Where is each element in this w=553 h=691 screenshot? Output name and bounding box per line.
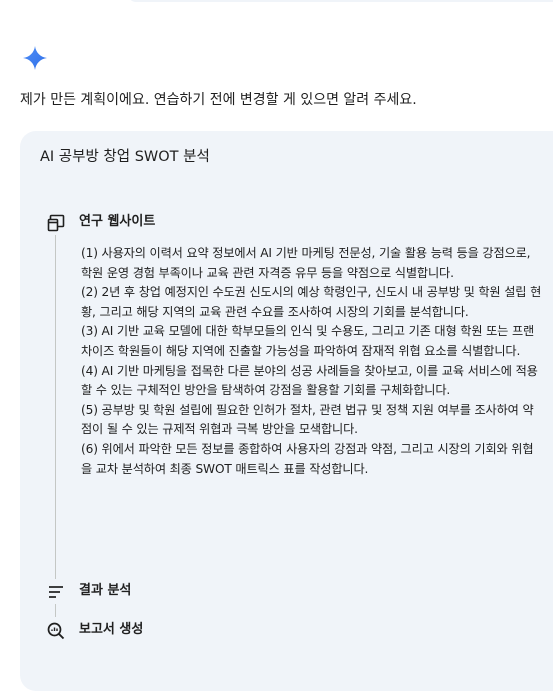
plan-title: AI 공부방 창업 SWOT 분석 bbox=[40, 149, 210, 165]
step-analyze-results: 결과 분석 bbox=[79, 583, 132, 598]
gemini-spark-icon bbox=[23, 46, 47, 70]
research-plan-card: AI 공부방 창업 SWOT 분석 연구 웹사이트 (1) 사용자의 이력서 요… bbox=[20, 131, 553, 691]
plan-item: (5) 공부방 및 학원 설립에 필요한 인허가 절차, 관련 법규 및 정책 … bbox=[81, 402, 534, 437]
step-research-websites: 연구 웹사이트 bbox=[79, 214, 156, 229]
step-connector-line bbox=[55, 235, 56, 579]
lines-icon bbox=[49, 586, 63, 598]
plan-item: (1) 사용자의 이력서 요약 정보에서 AI 기반 마케팅 전문성, 기술 활… bbox=[81, 246, 531, 280]
research-step-details: (1) 사용자의 이력서 요약 정보에서 AI 기반 마케팅 전문성, 기술 활… bbox=[81, 244, 542, 479]
step-generate-report: 보고서 생성 bbox=[79, 622, 144, 637]
plan-item: (4) AI 기반 마케팅을 접목한 다른 분야의 성공 사례들을 찾아보고, … bbox=[81, 363, 538, 398]
plan-item: (3) AI 기반 교육 모델에 대한 학부모들의 인식 및 수용도, 그리고 … bbox=[81, 324, 535, 358]
plan-item: (6) 위에서 파악한 모든 정보를 종합하여 사용자의 강점과 약점, 그리고… bbox=[81, 441, 534, 476]
browser-window-icon bbox=[47, 214, 65, 232]
step-connector-line bbox=[55, 604, 56, 617]
response-intro-text: 제가 만든 계획이에요. 연습하기 전에 변경할 게 있으면 알려 주세요. bbox=[20, 92, 417, 108]
plan-item: (2) 2년 후 창업 예정지인 수도권 신도시의 예상 학령인구, 신도시 내… bbox=[81, 285, 542, 319]
report-search-icon bbox=[47, 622, 65, 640]
previous-user-message-bubble bbox=[128, 0, 553, 2]
